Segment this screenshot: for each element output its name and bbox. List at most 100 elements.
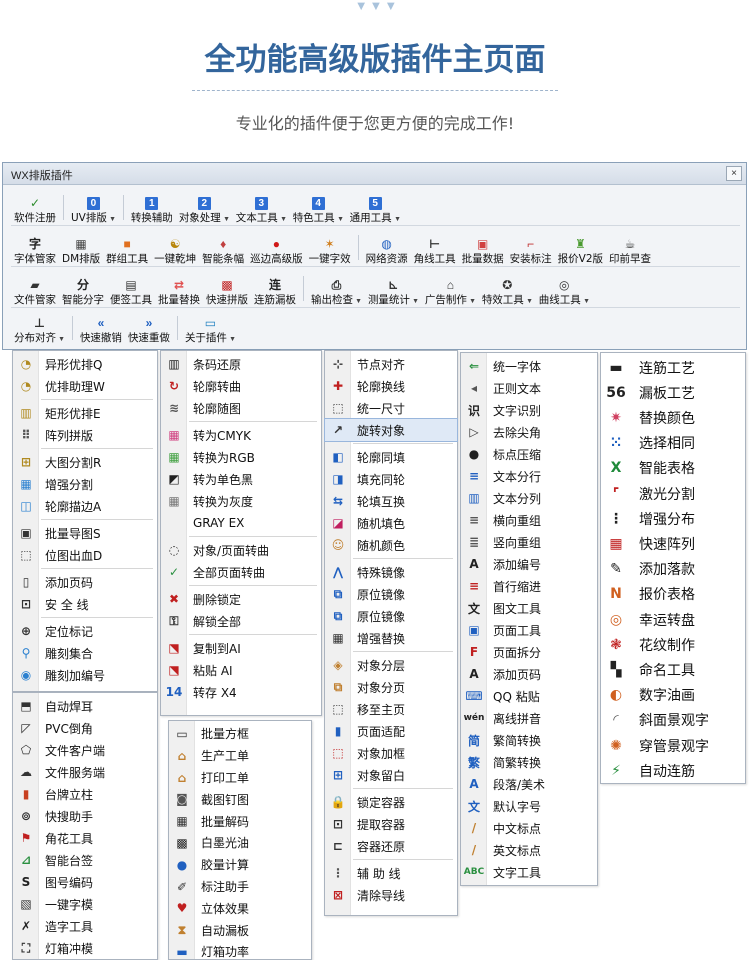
menu-item[interactable]: 识文字识别: [461, 399, 597, 421]
menu-item[interactable]: ✐ 标注助手: [169, 876, 311, 898]
toolbar-button-row2-10[interactable]: ⌐ 安装标注: [507, 229, 555, 266]
toolbar-button-row2-12[interactable]: ☕ 印前早查: [606, 229, 654, 266]
menu-item[interactable]: N 报价表格: [601, 582, 745, 607]
menu-item[interactable]: ⧉ 原位镜像: [325, 583, 457, 605]
toolbar-button-row3-0[interactable]: ▰ 文件管家: [11, 270, 59, 307]
menu-item[interactable]: ✗ 造字工具: [13, 915, 157, 937]
menu-item[interactable]: ▮ 台牌立柱: [13, 783, 157, 805]
menu-item[interactable]: ↻ 轮廓转曲: [161, 375, 321, 397]
menu-item[interactable]: ⚿ 解锁全部: [161, 610, 321, 632]
menu-item[interactable]: S 图号编码: [13, 871, 157, 893]
toolbar-button-row2-3[interactable]: ☯ 一键乾坤: [151, 229, 199, 266]
menu-item[interactable]: ◂ 正则文本: [461, 377, 597, 399]
toolbar-button-row4-2[interactable]: » 快速重做: [125, 311, 173, 345]
toolbar-button-row1-3[interactable]: 2 对象处理 ▲: [176, 190, 233, 225]
menu-item[interactable]: ✺ 穿管景观字: [601, 733, 745, 758]
toolbar-button-row2-4[interactable]: ♦ 智能条幅: [199, 229, 247, 266]
toolbar-button-row2-5[interactable]: ● 巡边高级版: [247, 229, 306, 266]
toolbar-button-row3-2[interactable]: ▤ 便签工具: [107, 270, 155, 307]
menu-item[interactable]: ▣ 批量导图S: [13, 522, 157, 544]
menu-item[interactable]: ⊕ 定位标记: [13, 620, 157, 642]
menu-item[interactable]: 文图文工具: [461, 597, 597, 619]
menu-item[interactable]: ▬ 连筋工艺: [601, 355, 745, 380]
menu-item[interactable]: 简繁简转换: [461, 729, 597, 751]
toolbar-button-row1-1[interactable]: 0 UV排版 ▲: [68, 190, 119, 225]
menu-item[interactable]: ⬠ 文件客户端: [13, 739, 157, 761]
menu-item[interactable]: ▭ 批量方框: [169, 723, 311, 745]
menu-item[interactable]: ⊞ 大图分割R: [13, 451, 157, 473]
menu-item[interactable]: A 添加页码: [461, 663, 597, 685]
close-icon[interactable]: ×: [726, 166, 742, 181]
menu-item[interactable]: ⠿ 阵列拼版: [13, 424, 157, 446]
menu-item[interactable]: ▦ 转换为灰度: [161, 490, 321, 512]
menu-item[interactable]: ≡ 首行缩进: [461, 575, 597, 597]
toolbar-button-row3-9[interactable]: ✪ 特效工具 ▲: [479, 270, 536, 307]
menu-item[interactable]: ◙ 截图钉图: [169, 788, 311, 810]
menu-item[interactable]: ◧ 轮廓同填: [325, 446, 457, 468]
menu-item[interactable]: ◨ 填充同轮: [325, 468, 457, 490]
menu-item[interactable]: 🔒 锁定容器: [325, 791, 457, 813]
menu-item[interactable]: ▥ 条码还原: [161, 353, 321, 375]
menu-item[interactable]: ☁ 文件服务端: [13, 761, 157, 783]
menu-item[interactable]: ⬚ 统一尺寸: [325, 397, 457, 419]
toolbar-button-row1-2[interactable]: 1 转换辅助: [128, 190, 176, 225]
menu-item[interactable]: ⇆ 轮填互换: [325, 490, 457, 512]
menu-item[interactable]: ⊞ 对象留白: [325, 764, 457, 786]
menu-item[interactable]: ⬚ 位图出血D: [13, 544, 157, 566]
toolbar-button-row2-1[interactable]: ▦ DM排版: [59, 229, 103, 266]
menu-item[interactable]: ◔ 异形优排Q: [13, 353, 157, 375]
toolbar-button-row1-5[interactable]: 4 特色工具 ▲: [290, 190, 347, 225]
menu-item[interactable]: wén 离线拼音: [461, 707, 597, 729]
menu-item[interactable]: ≡ 文本分行: [461, 465, 597, 487]
menu-item[interactable]: ⬒ 自动焊耳: [13, 695, 157, 717]
menu-item[interactable]: ▚ 命名工具: [601, 657, 745, 682]
menu-item[interactable]: ▬ 灯箱功率: [169, 941, 311, 960]
menu-item[interactable]: ◪ 随机填色: [325, 512, 457, 534]
menu-item[interactable]: ↗ 旋转对象: [324, 418, 458, 442]
menu-item[interactable]: ♥ 立体效果: [169, 897, 311, 919]
menu-item[interactable]: ◸ PVC倒角: [13, 717, 157, 739]
menu-item[interactable]: ◉ 雕刻加编号: [13, 664, 157, 686]
menu-item[interactable]: ◔ 优排助理W: [13, 375, 157, 397]
menu-item[interactable]: ☺ 随机颜色: [325, 534, 457, 556]
menu-item[interactable]: ✓ 全部页面转曲: [161, 561, 321, 583]
menu-item[interactable]: ⚲ 雕刻集合: [13, 642, 157, 664]
toolbar-button-row3-7[interactable]: ⊾ 测量统计 ▲: [365, 270, 422, 307]
menu-item[interactable]: ⧗ 自动漏板: [169, 919, 311, 941]
menu-item[interactable]: ⇐ 统一字体: [461, 355, 597, 377]
menu-item[interactable]: X 智能表格: [601, 456, 745, 481]
toolbar-button-row3-6[interactable]: ⎙ 输出检查 ▲: [308, 270, 365, 307]
toolbar-button-row2-9[interactable]: ▣ 批量数据: [459, 229, 507, 266]
toolbar-button-row3-1[interactable]: 分智能分字: [59, 270, 107, 307]
menu-item[interactable]: 繁简繁转换: [461, 751, 597, 773]
menu-item[interactable]: ▥ 矩形优排E: [13, 402, 157, 424]
menu-item[interactable]: ❃ 花纹制作: [601, 632, 745, 657]
menu-item[interactable]: ⚑ 角花工具: [13, 827, 157, 849]
menu-item[interactable]: ⊡ 提取容器: [325, 813, 457, 835]
menu-item[interactable]: ◌ 对象/页面转曲: [161, 539, 321, 561]
menu-item[interactable]: ◩ 转为单色黑: [161, 468, 321, 490]
menu-item[interactable]: ⛶ 灯箱冲模: [13, 937, 157, 959]
menu-item[interactable]: / 英文标点: [461, 839, 597, 861]
menu-item[interactable]: ◐ 数字油画: [601, 683, 745, 708]
menu-item[interactable]: ▥ 文本分列: [461, 487, 597, 509]
toolbar-button-row2-0[interactable]: 字字体管家: [11, 229, 59, 266]
menu-item[interactable]: / 中文标点: [461, 817, 597, 839]
menu-item[interactable]: A 段落/美术: [461, 773, 597, 795]
toolbar-button-row2-2[interactable]: ■ 群组工具: [103, 229, 151, 266]
menu-item[interactable]: ⋀ 特殊镜像: [325, 561, 457, 583]
menu-item[interactable]: ⬚ 移至主页: [325, 698, 457, 720]
menu-item[interactable]: ⊹ 节点对齐: [325, 353, 457, 375]
menu-item[interactable]: ▦ 增强替换: [325, 627, 457, 649]
menu-item[interactable]: 文默认字号: [461, 795, 597, 817]
toolbar-button-row2-6[interactable]: ✶ 一键字效: [306, 229, 354, 266]
menu-item[interactable]: ▧ 一键字模: [13, 893, 157, 915]
menu-item[interactable]: ⊡ 安 全 线: [13, 593, 157, 615]
menu-item[interactable]: ⧉ 原位镜像: [325, 605, 457, 627]
toolbar-button-row4-1[interactable]: « 快速撤销: [77, 311, 125, 345]
menu-item[interactable]: ✎ 添加落款: [601, 557, 745, 582]
menu-item[interactable]: ⚡ 自动连筋: [601, 758, 745, 783]
toolbar-button-row1-4[interactable]: 3 文本工具 ▲: [233, 190, 290, 225]
menu-item[interactable]: ▣ 页面工具: [461, 619, 597, 641]
menu-item[interactable]: ⊚ 快搜助手: [13, 805, 157, 827]
